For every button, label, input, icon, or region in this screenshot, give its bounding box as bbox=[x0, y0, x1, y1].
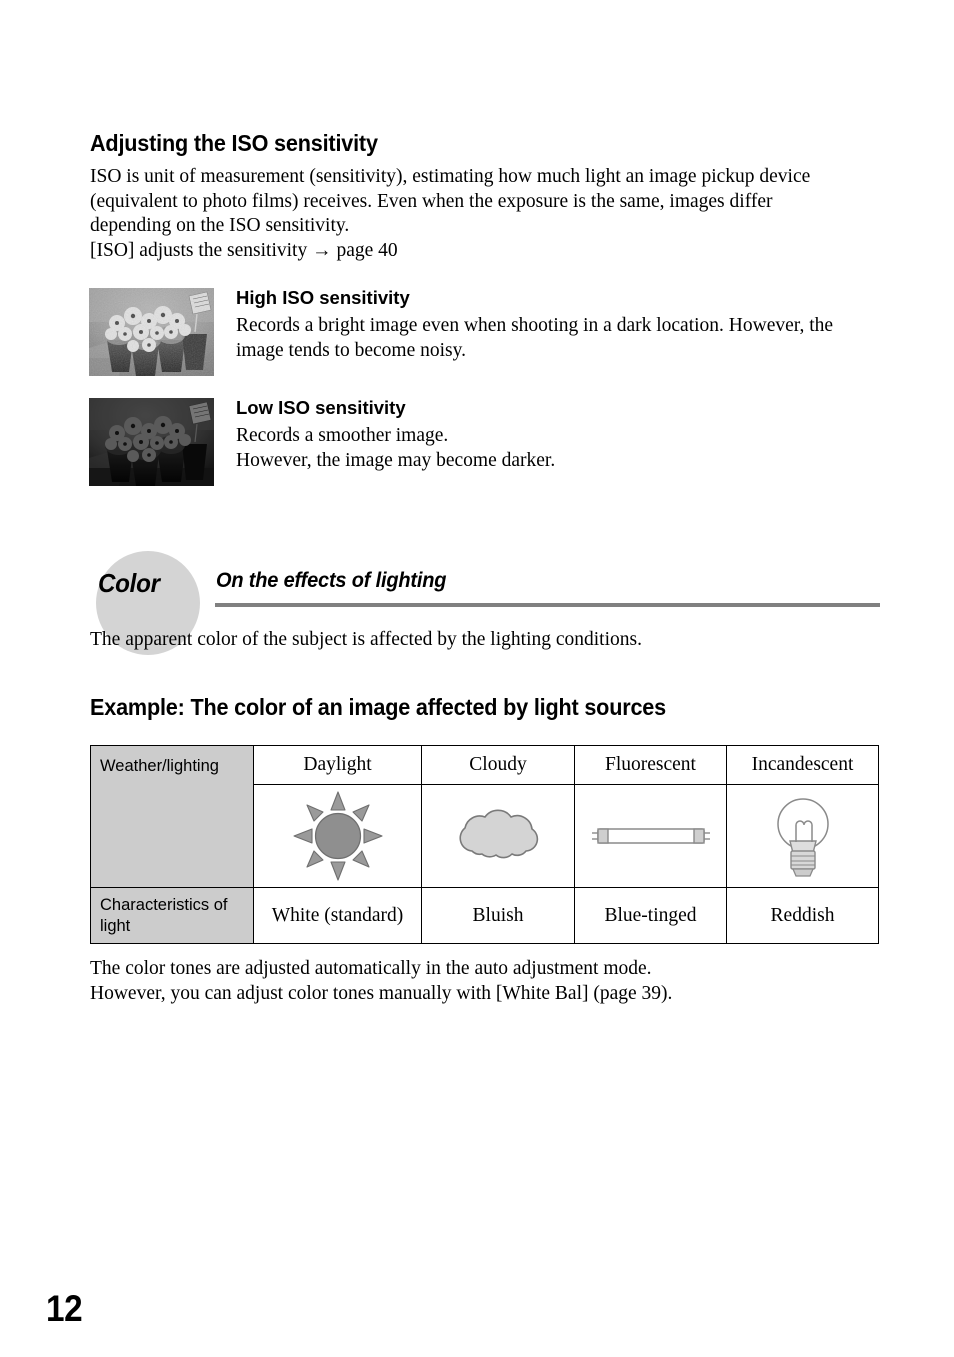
table-cell-characteristic-fluorescent: Blue-tinged bbox=[574, 887, 727, 944]
low-iso-photo-graphic bbox=[89, 398, 214, 486]
table-cell-header-incandescent: Incandescent bbox=[726, 745, 879, 785]
high-iso-text: High ISO sensitivity Records a bright im… bbox=[236, 286, 876, 363]
table-row-headers: Weather/lighting Daylight Cloudy Fluores… bbox=[90, 745, 879, 888]
iso-intro-paragraph: ISO is unit of measurement (sensitivity)… bbox=[90, 165, 880, 263]
table-cell-header-fluorescent: Fluorescent bbox=[574, 745, 727, 785]
example-heading: Example: The color of an image affected … bbox=[90, 694, 666, 720]
page-title-iso: Adjusting the ISO sensitivity bbox=[90, 130, 378, 156]
table-cell-characteristic-daylight: White (standard) bbox=[253, 887, 422, 944]
table-cell-header-cloudy: Cloudy bbox=[421, 745, 575, 785]
low-iso-sample-photo bbox=[89, 398, 214, 486]
page-number: 12 bbox=[46, 1288, 83, 1329]
color-outro-line: However, you can adjust color tones manu… bbox=[90, 982, 673, 1004]
cloud-icon bbox=[459, 809, 539, 859]
color-section-divider bbox=[215, 603, 880, 607]
color-intro-paragraph: The apparent color of the subject is aff… bbox=[90, 628, 880, 653]
color-section-subtitle: On the effects of lighting bbox=[216, 568, 447, 592]
light-sources-table: Weather/lighting Daylight Cloudy Fluores… bbox=[90, 745, 879, 944]
fluorescent-tube-icon bbox=[591, 828, 710, 844]
table-cell-icon-fluorescent bbox=[574, 784, 727, 888]
iso-intro-line: ISO is unit of measurement (sensitivity)… bbox=[90, 166, 811, 187]
high-iso-photo-graphic bbox=[89, 288, 214, 376]
table-cell-icon-incandescent bbox=[726, 784, 879, 888]
table-cell-weather-lighting-label: Weather/lighting bbox=[90, 745, 254, 888]
color-intro-line: The apparent color of the subject is aff… bbox=[90, 629, 642, 650]
iso-intro-line: depending on the ISO sensitivity. bbox=[90, 215, 350, 237]
sun-icon bbox=[292, 791, 383, 881]
document-page: Adjusting the ISO sensitivity ISO is uni… bbox=[0, 0, 954, 1357]
high-iso-description-line: Records a bright image even when shootin… bbox=[236, 315, 834, 336]
color-outro-line: The color tones are adjusted automatical… bbox=[90, 958, 652, 979]
high-iso-sample-photo bbox=[89, 288, 214, 376]
table-cell-icon-cloudy bbox=[421, 784, 575, 888]
table-cell-characteristic-cloudy: Bluish bbox=[421, 887, 575, 944]
low-iso-description: Records a smoother image. However, the i… bbox=[236, 424, 876, 473]
color-section-badge-label: Color bbox=[98, 568, 160, 598]
low-iso-title: Low ISO sensitivity bbox=[236, 397, 406, 418]
color-outro-paragraph: The color tones are adjusted automatical… bbox=[90, 957, 880, 1006]
high-iso-title: High ISO sensitivity bbox=[236, 287, 410, 308]
low-iso-description-line: However, the image may become darker. bbox=[236, 449, 556, 471]
table-cell-characteristics-label: Characteristics of light bbox=[90, 887, 254, 944]
table-cell-icon-daylight bbox=[253, 784, 422, 888]
table-cell-header-daylight: Daylight bbox=[253, 745, 422, 785]
light-bulb-icon bbox=[776, 798, 829, 877]
high-iso-description: Records a bright image even when shootin… bbox=[236, 314, 876, 363]
low-iso-text: Low ISO sensitivity Records a smoother i… bbox=[236, 396, 876, 473]
iso-reference-line: [ISO] adjusts the sensitivity → page 40 bbox=[90, 239, 398, 261]
high-iso-description-line: image tends to become noisy. bbox=[236, 339, 466, 361]
table-row-characteristics: Characteristics of light White (standard… bbox=[90, 887, 879, 944]
iso-intro-line: (equivalent to photo films) receives. Ev… bbox=[90, 190, 773, 212]
table-cell-characteristic-incandescent: Reddish bbox=[726, 887, 879, 944]
low-iso-description-line: Records a smoother image. bbox=[236, 425, 449, 446]
